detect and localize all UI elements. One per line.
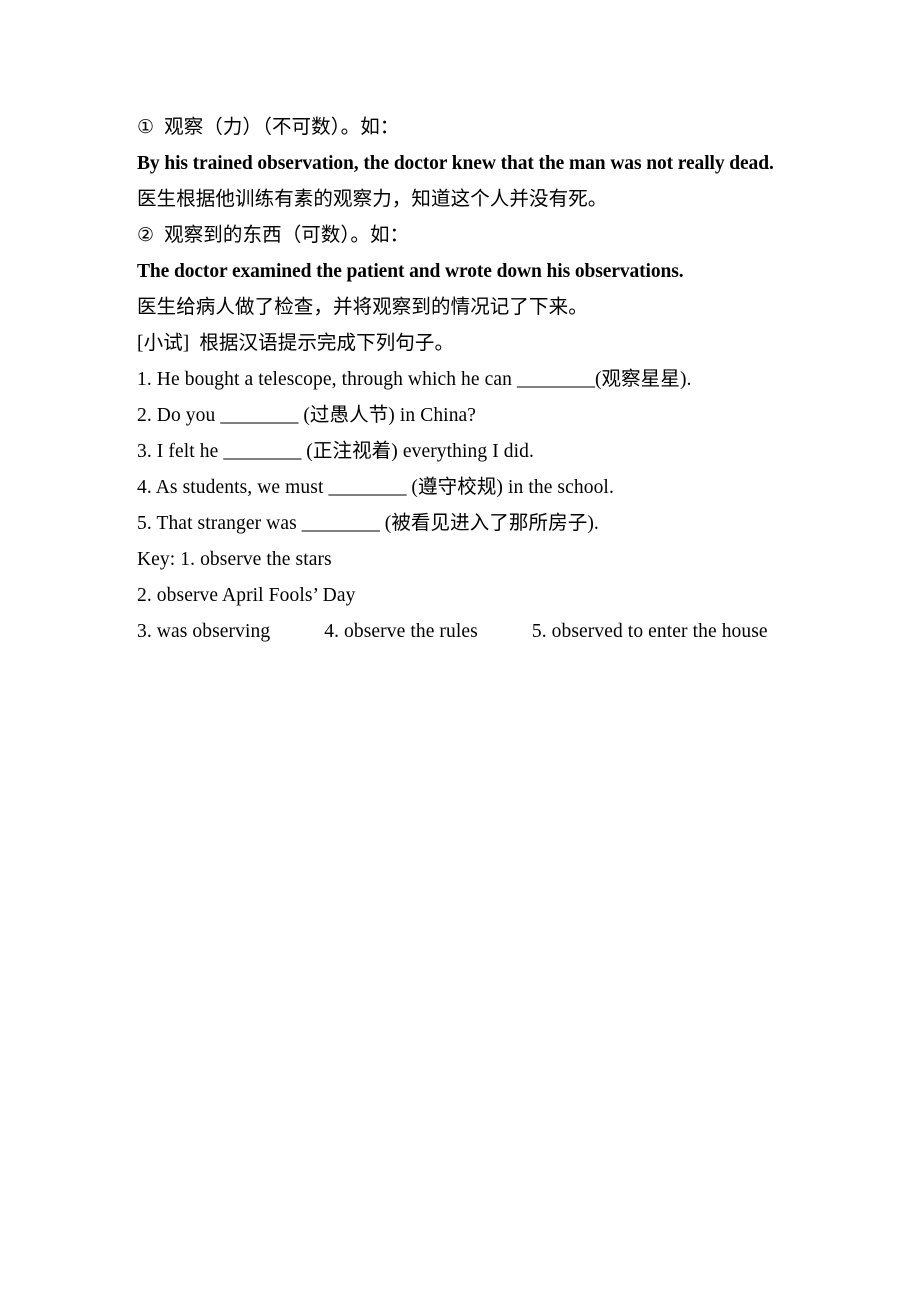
drill-item-2: 2. Do you ________ (过愚人节) in China? bbox=[137, 398, 837, 434]
drill-item-3-blank: ________ bbox=[223, 441, 302, 462]
drill-item-4-after: (遵守校规) in the school. bbox=[406, 477, 614, 498]
answer-key-line-2: 2. observe April Fools’ Day bbox=[137, 585, 356, 606]
drill-item-5-before: That stranger was bbox=[151, 513, 302, 534]
definition-2-marker: ② bbox=[137, 225, 155, 246]
drill-item-5-blank: ________ bbox=[301, 513, 380, 534]
answer-key-item-4: 4. observe the rules bbox=[324, 621, 478, 642]
definition-1-marker: ① bbox=[137, 117, 155, 138]
drill-item-4-blank: ________ bbox=[328, 477, 407, 498]
drill-item-5: 5. That stranger was ________ (被看见进入了那所房… bbox=[137, 506, 837, 542]
drill-item-4-before: As students, we must bbox=[151, 477, 329, 498]
drill-heading: [小试] 根据汉语提示完成下列句子。 bbox=[137, 333, 455, 354]
answer-key-item-3: 3. was observing bbox=[137, 621, 271, 642]
drill-item-1-blank: ________ bbox=[516, 369, 595, 390]
drill-item-2-after: (过愚人节) in China? bbox=[298, 405, 477, 426]
answer-key-item-1: 1. observe the stars bbox=[175, 549, 332, 570]
drill-item-3: 3. I felt he ________ (正注视着) everything … bbox=[137, 434, 837, 470]
definition-1-example-cn: 医生根据他训练有素的观察力，知道这个人并没有死。 bbox=[137, 189, 608, 210]
definition-1-gloss: ① 观察（力）（不可数）。如： bbox=[137, 110, 837, 146]
answer-key-line-1: Key: 1. observe the stars bbox=[137, 542, 837, 578]
answer-key-item-5: 5. observed to enter the house bbox=[531, 621, 768, 642]
drill-item-4: 4. As students, we must ________ (遵守校规) … bbox=[137, 470, 837, 506]
definition-2-example-cn: 医生给病人做了检查，并将观察到的情况记了下来。 bbox=[137, 297, 588, 318]
document-body: ① 观察（力）（不可数）。如： By his trained observati… bbox=[137, 110, 837, 650]
drill-item-2-number: 2. bbox=[137, 405, 152, 426]
drill-item-1: 1. He bought a telescope, through which … bbox=[137, 362, 837, 398]
drill-item-2-before: Do you bbox=[151, 405, 221, 426]
drill-item-1-after: (观察星星). bbox=[594, 369, 692, 390]
definition-2-example-en: The doctor examined the patient and wrot… bbox=[137, 261, 684, 282]
drill-item-3-after: (正注视着) everything I did. bbox=[301, 441, 534, 462]
drill-item-5-after: (被看见进入了那所房子). bbox=[379, 513, 599, 534]
answer-key-line-3: 3. was observing 4. observe the rules 5. o… bbox=[137, 614, 837, 650]
drill-item-3-before: I felt he bbox=[151, 441, 224, 462]
drill-item-2-blank: ________ bbox=[220, 405, 299, 426]
definition-1-gloss-text: 观察（力）（不可数）。如： bbox=[164, 117, 400, 138]
answer-key-label: Key: bbox=[137, 549, 176, 570]
drill-item-1-before: He bought a telescope, through which he … bbox=[151, 369, 517, 390]
definition-2-gloss-text: 观察到的东西（可数）。如： bbox=[164, 225, 410, 246]
drill-item-4-number: 4. bbox=[137, 477, 152, 498]
definition-1-example-en: By his trained observation, the doctor k… bbox=[137, 153, 774, 174]
drill-item-1-number: 1. bbox=[137, 369, 152, 390]
drill-item-5-number: 5. bbox=[137, 513, 152, 534]
document-page: ① 观察（力）（不可数）。如： By his trained observati… bbox=[0, 0, 920, 1302]
drill-item-3-number: 3. bbox=[137, 441, 152, 462]
definition-2-gloss: ② 观察到的东西（可数）。如： bbox=[137, 218, 837, 254]
